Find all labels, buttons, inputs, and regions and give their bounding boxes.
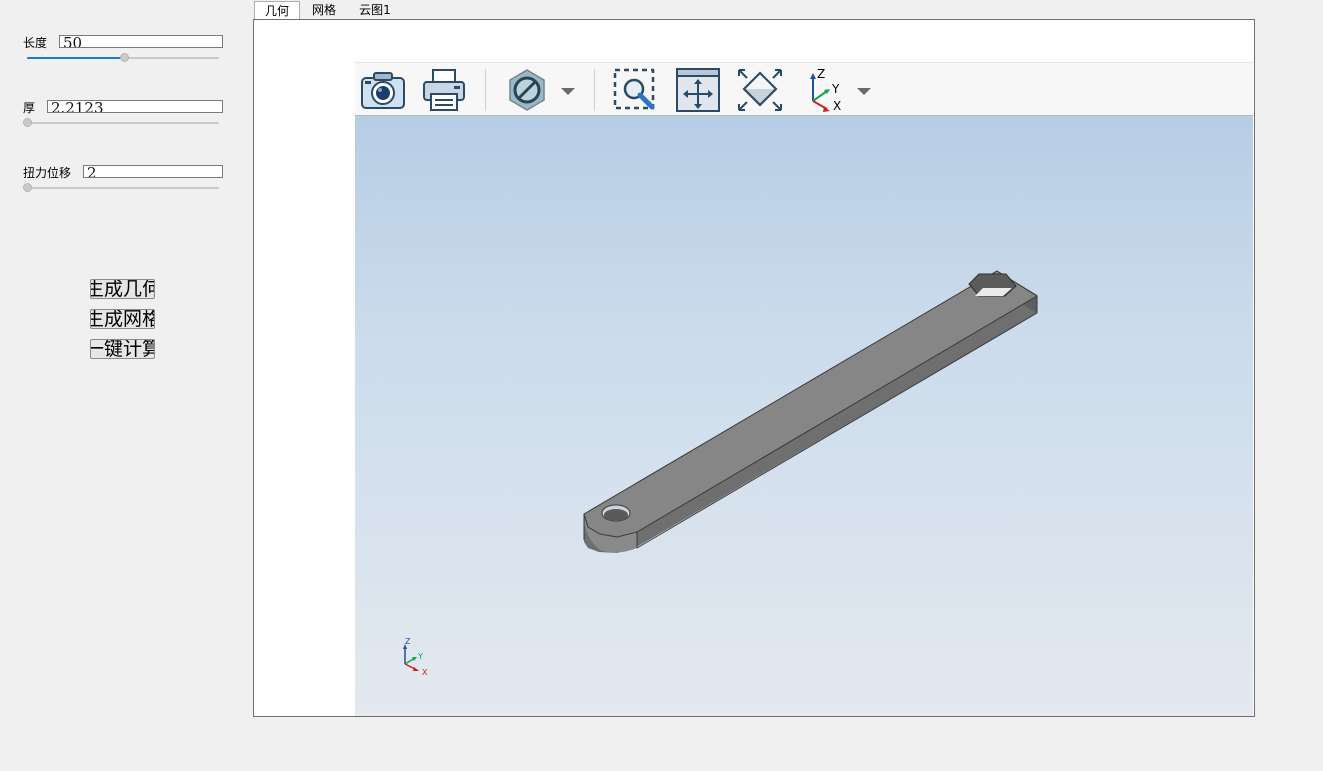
toolbar-separator: [594, 69, 595, 111]
viewer-toolbar: Z Y X: [355, 62, 1253, 116]
dropdown-arrow-icon: [857, 88, 871, 95]
axis-view-dropdown[interactable]: [857, 85, 871, 99]
pan-icon: [676, 68, 720, 112]
tab-geometry[interactable]: 几何: [254, 1, 300, 19]
torque-label: 扭力位移: [23, 166, 72, 180]
torque-slider[interactable]: [27, 187, 219, 189]
zoom-box-button[interactable]: [610, 67, 660, 113]
length-slider-fill: [27, 57, 125, 59]
thickness-label: 厚: [23, 101, 36, 115]
zoom-box-icon: [613, 68, 655, 110]
axis-view-x-label: X: [833, 99, 841, 113]
visibility-button[interactable]: [502, 67, 552, 113]
axis-view-z-label: Z: [817, 67, 825, 81]
triad-x-label: X: [422, 668, 428, 677]
triad-z-label: Z: [405, 637, 411, 646]
one-click-calc-button[interactable]: 一键计算: [90, 339, 155, 359]
camera-icon: [361, 72, 405, 109]
axis-view-y-label: Y: [831, 82, 840, 96]
print-icon: [423, 69, 465, 111]
visibility-icon: [509, 69, 545, 111]
axis-view-button[interactable]: Z Y X: [798, 67, 848, 113]
fit-view-button[interactable]: [735, 67, 785, 113]
triad-y-label: Y: [417, 652, 423, 661]
dropdown-arrow-icon: [561, 88, 575, 95]
fit-view-icon: [738, 69, 782, 111]
thickness-slider[interactable]: [27, 122, 219, 124]
one-click-calc-label: 一键计算: [91, 339, 154, 359]
length-input[interactable]: 50: [59, 35, 223, 48]
tab-mesh[interactable]: 网格: [303, 1, 345, 19]
pan-button[interactable]: [673, 67, 723, 113]
axis-view-icon: Z Y X: [810, 67, 841, 113]
torque-slider-thumb[interactable]: [23, 183, 32, 192]
toolbar-separator: [485, 69, 486, 111]
orientation-triad: Z Y X: [403, 637, 428, 677]
generate-mesh-label: 生成网格: [91, 309, 154, 329]
wrench-model: [583, 270, 1038, 553]
generate-mesh-button[interactable]: 生成网格: [90, 309, 155, 329]
thickness-slider-thumb[interactable]: [23, 118, 32, 127]
generate-geometry-button[interactable]: 生成几何: [90, 279, 155, 299]
screenshot-button[interactable]: [358, 67, 408, 113]
torque-input[interactable]: 2: [83, 165, 223, 178]
thickness-input[interactable]: 2.2123: [47, 100, 223, 113]
visibility-dropdown[interactable]: [561, 85, 575, 99]
print-button[interactable]: [419, 67, 469, 113]
length-label: 长度: [23, 36, 48, 50]
tab-contour-1[interactable]: 云图1: [352, 1, 398, 19]
generate-geometry-label: 生成几何: [91, 279, 154, 299]
viewport-3d[interactable]: Z Y X: [355, 116, 1253, 716]
length-slider-thumb[interactable]: [120, 53, 129, 62]
